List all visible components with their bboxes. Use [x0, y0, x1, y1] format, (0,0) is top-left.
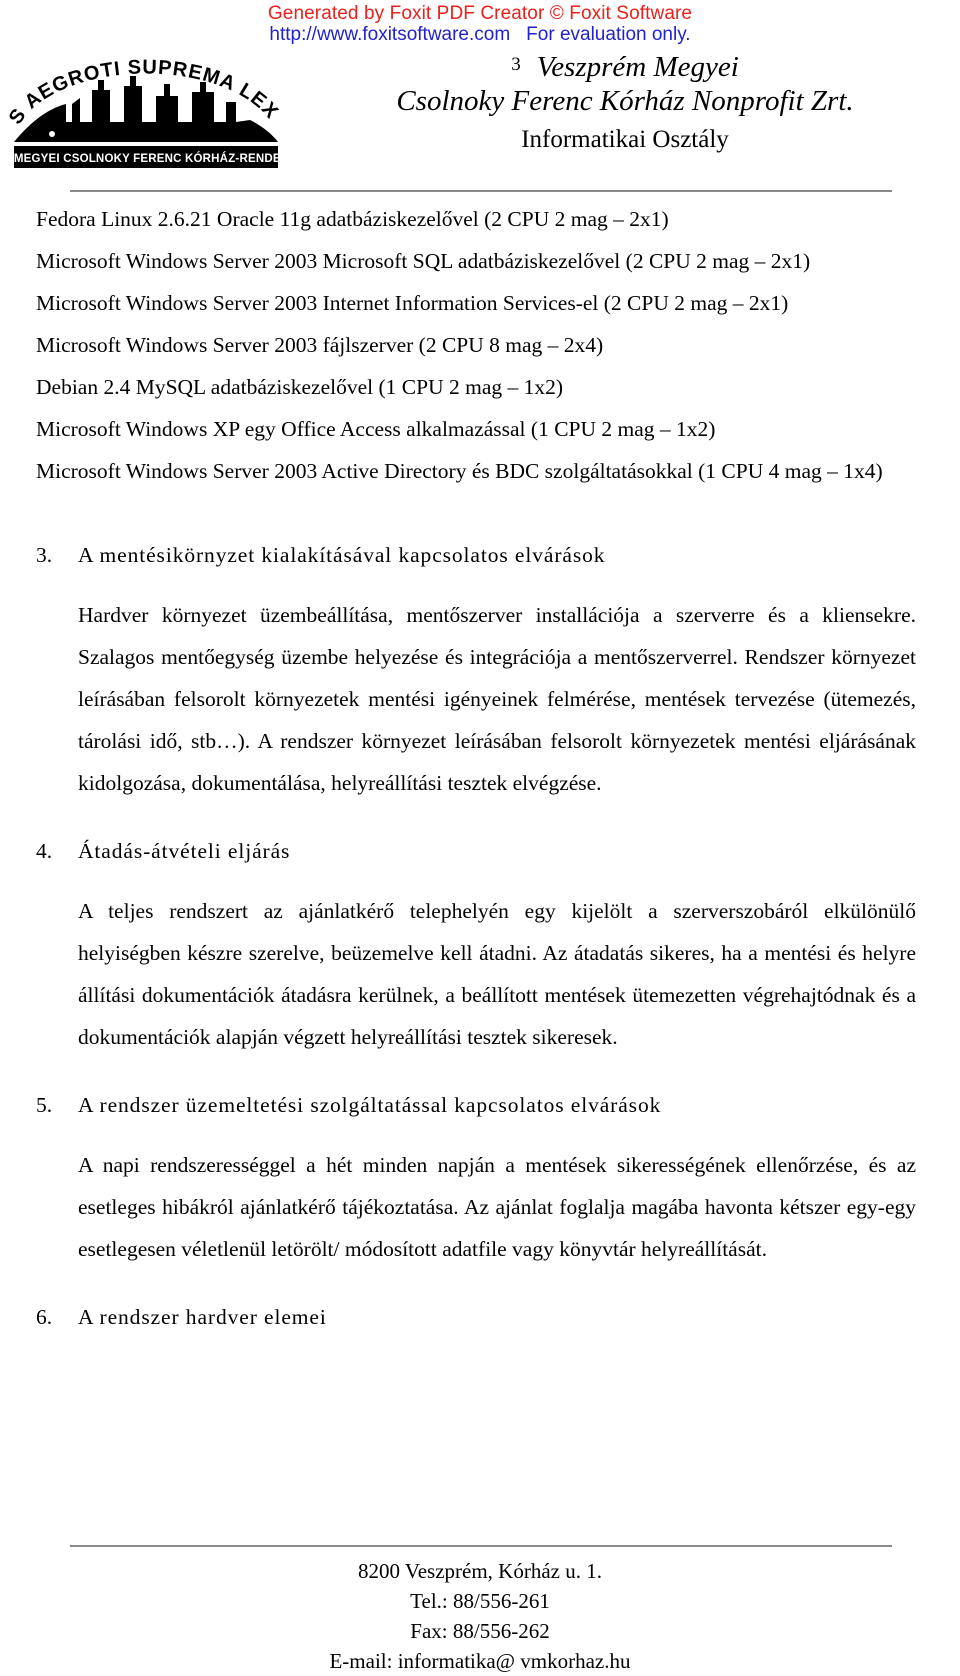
- section-4: 4. Átadás-átvételi eljárás A teljes rend…: [36, 830, 916, 1058]
- page-footer: 8200 Veszprém, Kórház u. 1. Tel.: 88/556…: [0, 1556, 960, 1676]
- list-item: Debian 2.4 MySQL adatbáziskezelővel (1 C…: [36, 375, 564, 399]
- section-heading: A rendszer hardver elemei: [78, 1305, 327, 1329]
- section-5: 5. A rendszer üzemeltetési szolgáltatáss…: [36, 1084, 916, 1270]
- section-number: 4.: [36, 839, 53, 863]
- list-item: Microsoft Windows Server 2003 Active Dir…: [36, 459, 883, 483]
- section-heading: A mentésikörnyzet kialakításával kapcsol…: [78, 543, 606, 567]
- watermark-generated-line: Generated by Foxit PDF Creator © Foxit S…: [267, 3, 693, 24]
- footer-fax: Fax: 88/556-262: [410, 1619, 550, 1643]
- list-item: Fedora Linux 2.6.21 Oracle 11g adatbázis…: [36, 207, 669, 231]
- footer-address: 8200 Veszprém, Kórház u. 1.: [358, 1559, 602, 1583]
- paragraph: Hardver környezet üzembeállítása, mentős…: [78, 603, 916, 795]
- list-item: Microsoft Windows Server 2003 Internet I…: [36, 291, 789, 315]
- section-number: 6.: [36, 1305, 53, 1329]
- organization-name-line1: Veszprém Megyei: [536, 51, 739, 83]
- section-heading: A rendszer üzemeltetési szolgáltatással …: [78, 1093, 662, 1117]
- section-3: 3. A mentésikörnyzet kialakításával kapc…: [36, 534, 916, 804]
- section-body: Hardver környezet üzembeállítása, mentős…: [78, 594, 916, 804]
- svg-text:VESZPRÉM MEGYEI CSOLNOKY FEREN: VESZPRÉM MEGYEI CSOLNOKY FERENC KÓRHÁZ-R…: [6, 152, 286, 165]
- server-environment-list: Fedora Linux 2.6.21 Oracle 11g adatbázis…: [36, 198, 916, 492]
- letterhead: SALUS AEGROTI SUPREMA LEX ESTO VESZPRÉM …: [0, 44, 960, 174]
- header-divider: [70, 190, 892, 192]
- section-heading: Átadás-átvételi eljárás: [78, 839, 291, 863]
- section-number: 3.: [36, 543, 53, 567]
- hospital-crest-icon: SALUS AEGROTI SUPREMA LEX ESTO VESZPRÉM …: [6, 46, 286, 168]
- watermark-url[interactable]: http://www.foxitsoftware.com: [269, 24, 510, 45]
- foxit-watermark: Generated by Foxit PDF Creator © Foxit S…: [0, 0, 960, 46]
- section-number: 5.: [36, 1093, 53, 1117]
- watermark-evaluation-notice: For evaluation only.: [526, 24, 691, 46]
- footer-phone: Tel.: 88/556-261: [410, 1589, 550, 1613]
- page-number: 3: [511, 54, 521, 75]
- list-item: Microsoft Windows Server 2003 fájlszerve…: [36, 333, 604, 357]
- organization-name-line2: Csolnoky Ferenc Kórház Nonprofit Zrt.: [396, 85, 854, 118]
- watermark-url-line: http://www.foxitsoftware.com For evaluati…: [0, 24, 960, 45]
- section-body: A teljes rendszert az ajánlatkérő teleph…: [78, 890, 916, 1058]
- section-body: A napi rendszerességgel a hét minden nap…: [78, 1144, 916, 1270]
- department-name: Informatikai Osztály: [521, 126, 729, 154]
- paragraph: A teljes rendszert az ajánlatkérő teleph…: [78, 899, 916, 1049]
- list-item: Microsoft Windows XP egy Office Access a…: [36, 417, 716, 441]
- footer-email: E-mail: informatika@ vmkorhaz.hu: [329, 1649, 631, 1673]
- title-line-1: 3 Veszprém Megyei: [300, 50, 950, 84]
- hospital-logo: SALUS AEGROTI SUPREMA LEX ESTO VESZPRÉM …: [6, 46, 286, 171]
- letterhead-text: 3 Veszprém Megyei Csolnoky Ferenc Kórház …: [300, 50, 950, 157]
- document-body: Fedora Linux 2.6.21 Oracle 11g adatbázis…: [36, 198, 916, 1338]
- section-6: 6. A rendszer hardver elemei: [36, 1296, 916, 1338]
- list-item: Microsoft Windows Server 2003 Microsoft …: [36, 249, 811, 273]
- paragraph: A napi rendszerességgel a hét minden nap…: [78, 1153, 916, 1261]
- footer-divider: [70, 1545, 892, 1547]
